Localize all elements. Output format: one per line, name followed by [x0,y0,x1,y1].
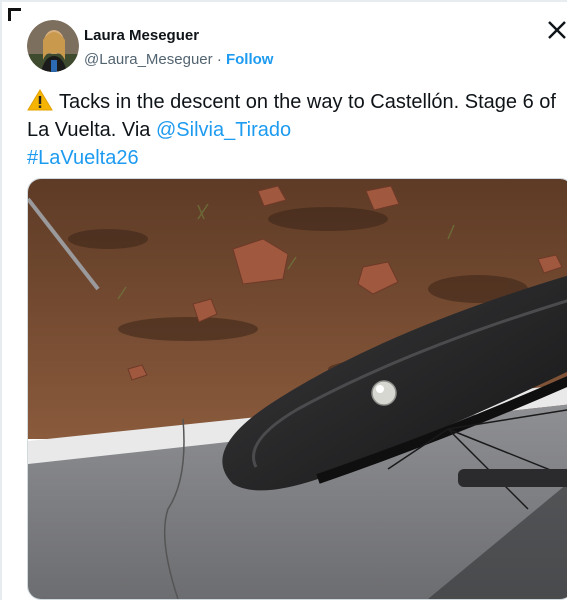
author-name[interactable]: Laura Meseguer [84,27,199,44]
author-handle[interactable]: @Laura_Meseguer [84,51,213,68]
close-icon [548,21,566,39]
tweet-text: Tacks in the descent on the way to Caste… [27,88,567,172]
close-button[interactable] [545,18,567,46]
mention-link[interactable]: @Silvia_Tirado [156,119,291,141]
separator-dot: · [216,51,222,68]
hashtag-link[interactable]: #LaVuelta26 [27,147,139,169]
avatar-photo-icon [27,20,79,72]
follow-button[interactable]: Follow [226,51,274,68]
avatar[interactable] [27,20,79,72]
tweet-body: Tacks in the descent on the way to Caste… [27,91,556,141]
photo-bike-wheel-tacks-icon [28,179,567,599]
corner-mark [8,8,21,21]
warning-icon [27,89,53,111]
tweet-media-photo[interactable] [27,178,567,600]
author-handle-row: @Laura_Meseguer · Follow [84,51,273,68]
